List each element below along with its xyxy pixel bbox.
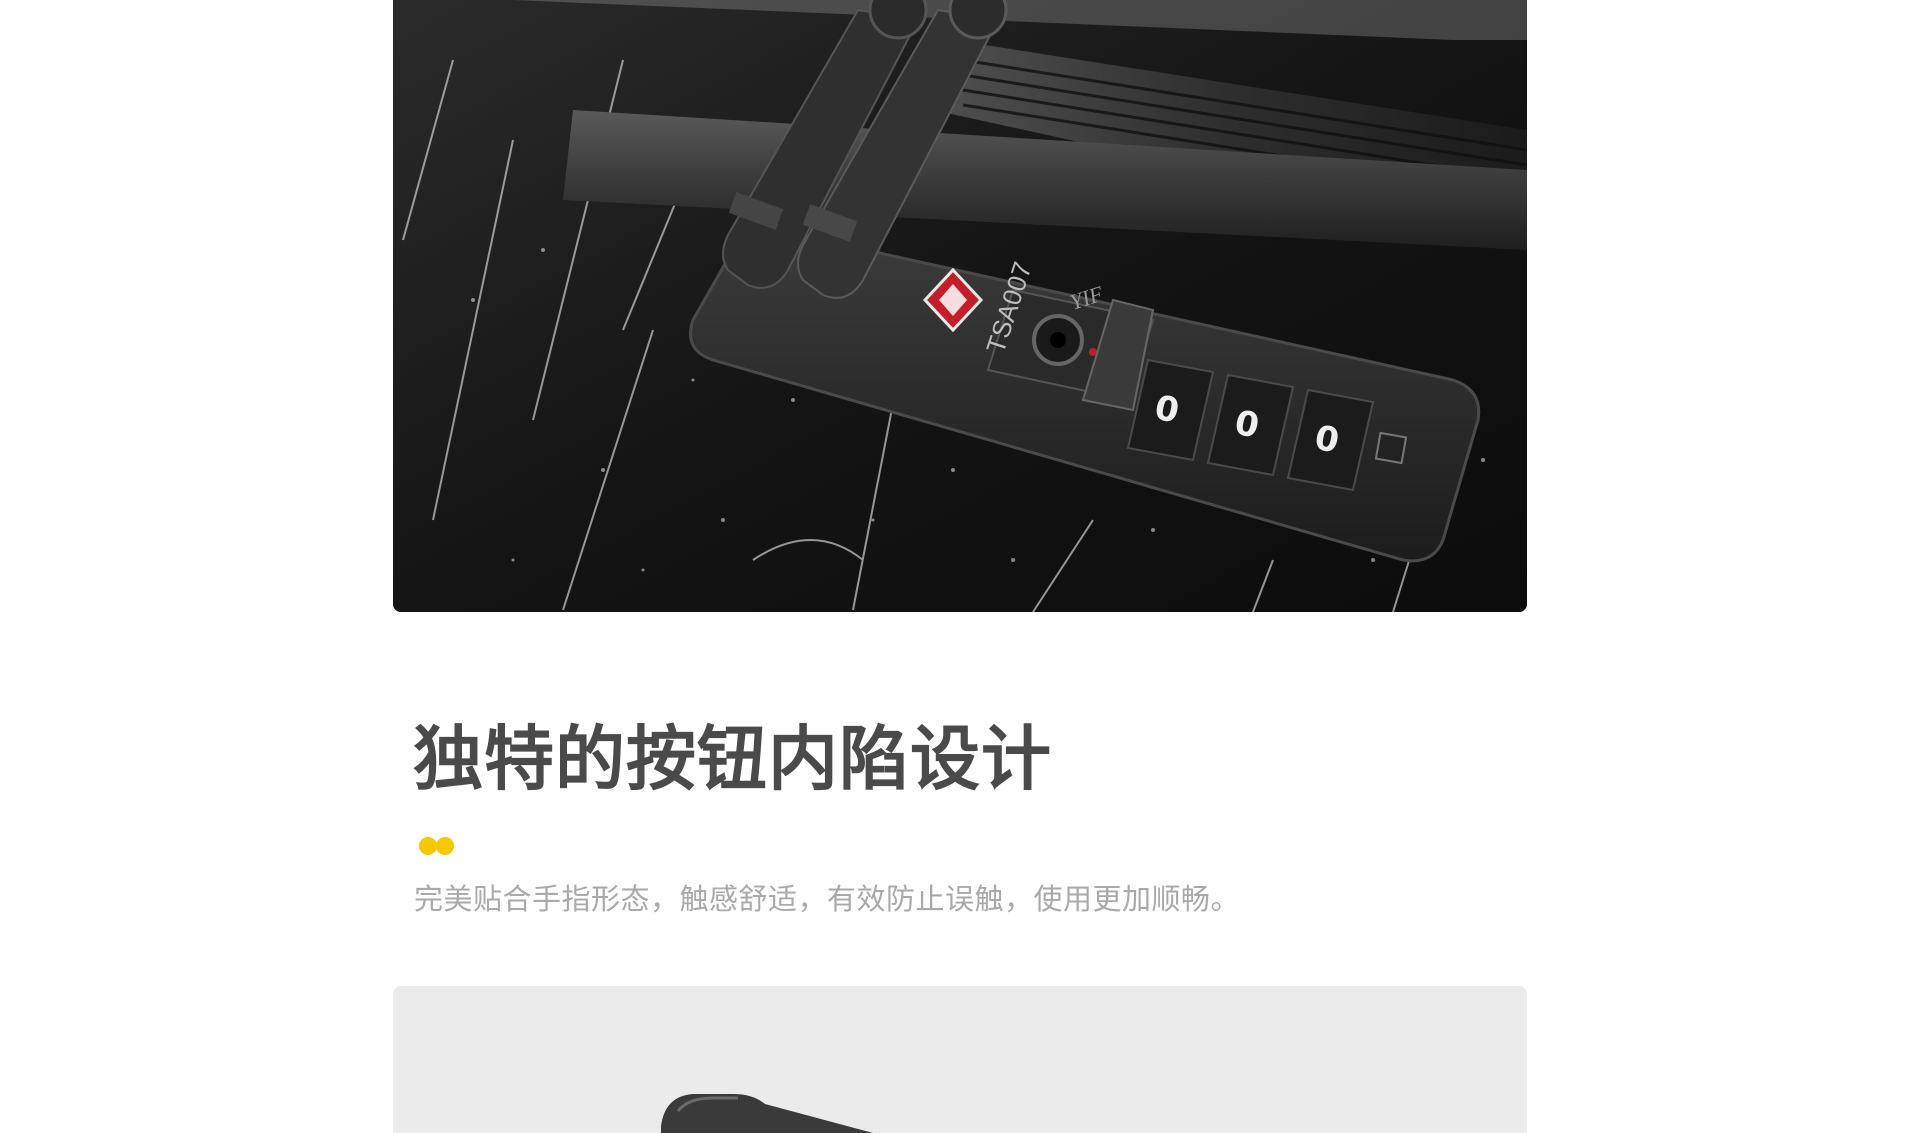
accent-dots-decoration <box>419 837 459 855</box>
product-photo-button-detail <box>393 986 1527 1133</box>
recessed-button-illustration <box>393 986 1527 1133</box>
feature-description: 完美贴合手指形态，触感舒适，有效防止误触，使用更加顺畅。 <box>414 882 1241 916</box>
feature-title: 独特的按钮内陷设计 <box>413 718 1052 800</box>
product-photo-tsa-lock: TSA007 YIF 0 0 0 <box>393 0 1527 612</box>
accent-dot <box>419 837 437 855</box>
tsa-lock-illustration: TSA007 YIF 0 0 0 <box>393 0 1527 612</box>
accent-dot <box>436 837 454 855</box>
product-detail-page: TSA007 YIF 0 0 0 独特的按钮内陷设计 完美贴合手指形态，触感舒适… <box>0 0 1920 1133</box>
